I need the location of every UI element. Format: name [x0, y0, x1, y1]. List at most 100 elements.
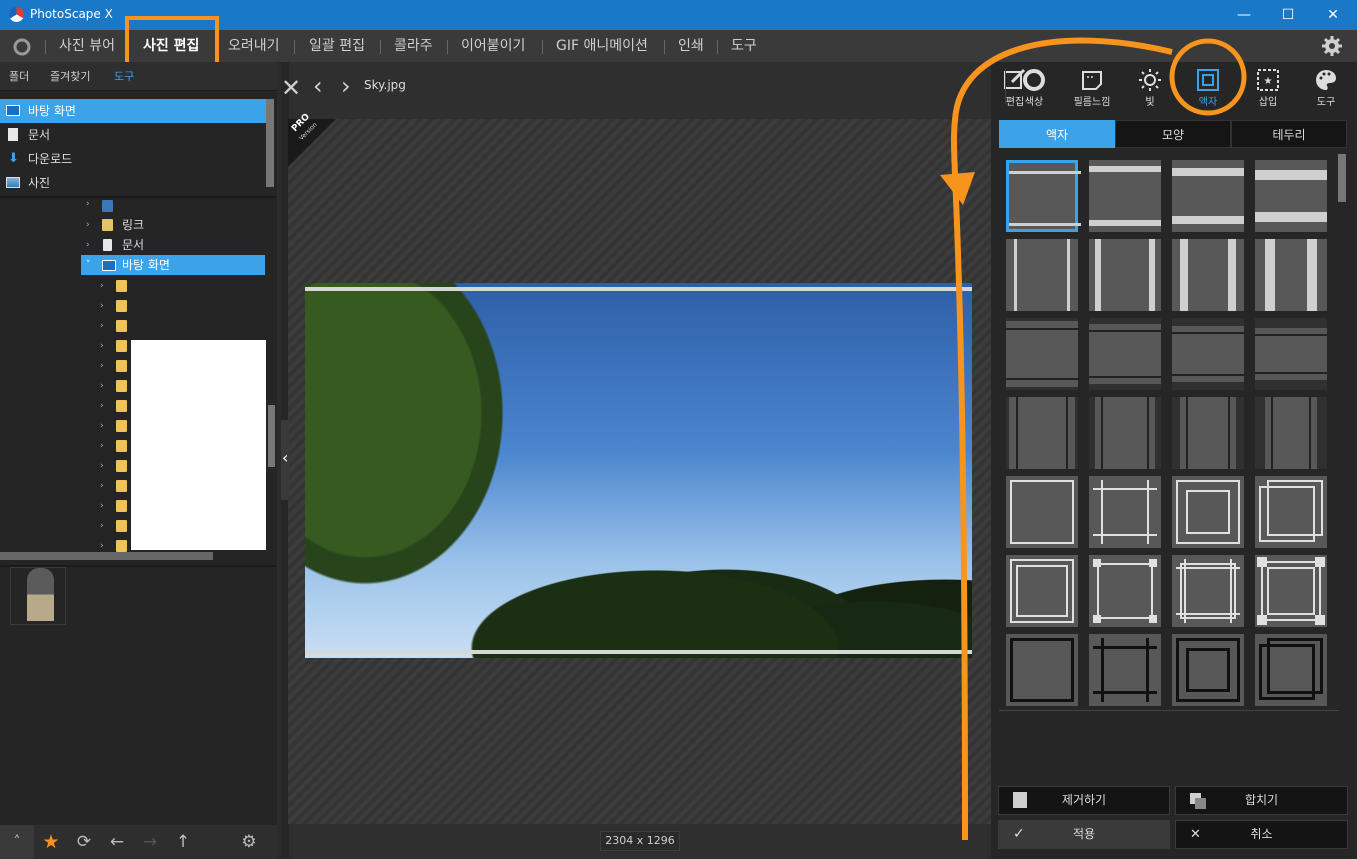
frame-thumbnail[interactable]	[1006, 318, 1078, 390]
tree-subfolder[interactable]: ›	[100, 476, 130, 496]
tab-folder[interactable]: 폴더	[9, 68, 29, 84]
favorite-desktop[interactable]: 바탕 화면	[0, 99, 266, 123]
frame-thumbnail[interactable]	[1089, 634, 1161, 706]
tree-subfolder[interactable]: ›	[100, 396, 130, 416]
tree-subfolder[interactable]: ›	[100, 496, 130, 516]
frame-thumbnail[interactable]	[1172, 160, 1244, 232]
tree-subfolder[interactable]: ›	[100, 516, 130, 536]
refresh-icon[interactable]: ⟳	[73, 831, 95, 853]
tree-item-links[interactable]: › 링크	[86, 215, 266, 235]
tree-subfolder[interactable]: ›	[100, 456, 130, 476]
left-settings-gear-icon[interactable]: ⚙	[238, 831, 260, 853]
frame-thumbnail[interactable]	[1089, 397, 1161, 469]
svg-text:★: ★	[1264, 76, 1273, 87]
tree-subfolder[interactable]: ›	[100, 316, 130, 336]
download-arrow-icon: ⬇	[8, 151, 19, 166]
close-button[interactable]: ✕	[1310, 0, 1356, 30]
color-circle-icon	[1023, 69, 1045, 91]
frame-thumbnail[interactable]	[1172, 476, 1244, 548]
frame-thumbnail[interactable]	[1255, 555, 1327, 627]
folder-tree: › › 링크 › 문서 ˅ 바탕 화면	[0, 198, 277, 550]
tree-subfolder[interactable]: ›	[100, 296, 130, 316]
merge-button[interactable]: 합치기	[1175, 786, 1348, 815]
panel-toggle-left-icon[interactable]: ‹	[282, 448, 288, 467]
back-arrow-icon[interactable]: ←	[106, 831, 128, 853]
frame-thumbnail[interactable]	[1006, 555, 1078, 627]
frame-thumbnail[interactable]	[1255, 239, 1327, 311]
photo-canvas[interactable]	[305, 283, 972, 658]
frame-thumbnail[interactable]	[1172, 239, 1244, 311]
frame-thumbnail[interactable]	[1006, 397, 1078, 469]
tree-scrollbar[interactable]	[268, 405, 275, 467]
menu-gif-animation[interactable]: GIF 애니메이션	[556, 30, 648, 62]
tree-subfolder[interactable]: ›	[100, 356, 130, 376]
settings-gear-icon[interactable]	[1321, 35, 1343, 57]
favorite-documents[interactable]: 문서	[0, 123, 266, 147]
collapse-up-icon[interactable]: ˄	[6, 831, 28, 853]
close-photo-icon[interactable]: ✕	[281, 74, 301, 102]
subtab-frame[interactable]: 액자	[999, 120, 1115, 148]
photoscape-home-icon[interactable]	[12, 37, 32, 57]
forward-arrow-icon[interactable]: →	[139, 831, 161, 853]
photo-thumbnail[interactable]	[10, 567, 66, 625]
frame-thumbnail[interactable]	[1006, 160, 1081, 232]
favorite-downloads[interactable]: ⬇ 다운로드	[0, 147, 266, 171]
menu-tools[interactable]: 도구	[731, 30, 757, 62]
frame-thumbnail[interactable]	[1089, 555, 1161, 627]
frame-thumbnail[interactable]	[1006, 239, 1078, 311]
frame-thumbnail[interactable]	[1006, 476, 1078, 548]
frame-thumbnail[interactable]	[1006, 634, 1078, 706]
tab-favorites[interactable]: 즐겨찾기	[50, 68, 90, 84]
frame-thumbnail[interactable]	[1089, 160, 1161, 232]
menu-batch-edit[interactable]: 일괄 편집	[309, 30, 365, 62]
frame-thumbnail[interactable]	[1172, 555, 1244, 627]
cancel-button[interactable]: ✕ 취소	[1175, 820, 1348, 849]
subtab-shape[interactable]: 모양	[1115, 120, 1231, 148]
previous-photo-icon[interactable]: ‹	[313, 72, 323, 100]
tree-item-partial[interactable]: ›	[86, 198, 266, 214]
tree-item-desktop[interactable]: ˅ 바탕 화면	[81, 255, 265, 275]
tool-insert[interactable]: ★ 삽입	[1239, 62, 1297, 112]
menu-cut-out[interactable]: 오려내기	[228, 30, 280, 62]
tool-frame[interactable]: 액자	[1179, 62, 1237, 112]
tool-light[interactable]: 빛	[1121, 62, 1179, 112]
remove-button[interactable]: 제거하기	[998, 786, 1170, 815]
menu-print[interactable]: 인쇄	[678, 30, 704, 62]
frame-thumbnail[interactable]	[1172, 634, 1244, 706]
tree-subfolder[interactable]: ›	[100, 536, 130, 556]
frame-thumbnail[interactable]	[1089, 476, 1161, 548]
frame-thumbnail[interactable]	[1255, 476, 1327, 548]
apply-button[interactable]: ✓ 적용	[998, 820, 1170, 849]
up-arrow-icon[interactable]: ↑	[172, 831, 194, 853]
tree-subfolder[interactable]: ›	[100, 276, 130, 296]
tree-item-documents[interactable]: › 문서	[86, 235, 266, 255]
frame-thumbnail[interactable]	[1172, 397, 1244, 469]
frame-thumbnail[interactable]	[1255, 397, 1327, 469]
menu-collage[interactable]: 콜라주	[394, 30, 433, 62]
tree-subfolder[interactable]: ›	[100, 336, 130, 356]
favorite-pictures[interactable]: 사진	[0, 171, 266, 195]
tool-color[interactable]: 색상	[1005, 62, 1063, 112]
tree-subfolder[interactable]: ›	[100, 436, 130, 456]
tool-tools[interactable]: 도구	[1297, 62, 1355, 112]
maximize-button[interactable]: ☐	[1265, 0, 1311, 30]
minimize-button[interactable]: —	[1221, 0, 1267, 30]
frame-thumbnail[interactable]	[1255, 160, 1327, 232]
tree-subfolder[interactable]: ›	[100, 416, 130, 436]
frame-thumbnail[interactable]	[1255, 634, 1327, 706]
favorites-scrollbar[interactable]	[266, 99, 274, 187]
tree-subfolder[interactable]: ›	[100, 376, 130, 396]
tool-film[interactable]: 필름느낌	[1063, 62, 1121, 112]
frame-thumbnail[interactable]	[1172, 318, 1244, 390]
menu-combine[interactable]: 이어붙이기	[461, 30, 525, 62]
frame-thumbnail[interactable]	[1089, 318, 1161, 390]
next-photo-icon[interactable]: ›	[341, 72, 351, 100]
chevron-right-icon: ›	[100, 321, 104, 331]
subtab-border[interactable]: 테두리	[1231, 120, 1347, 148]
tab-tools[interactable]: 도구	[114, 68, 134, 84]
frame-thumbnail[interactable]	[1255, 318, 1327, 390]
menu-photo-viewer[interactable]: 사진 뷰어	[59, 30, 115, 62]
frame-grid-scrollbar[interactable]	[1338, 154, 1346, 202]
favorite-star-icon[interactable]: ★	[40, 831, 62, 853]
frame-thumbnail[interactable]	[1089, 239, 1161, 311]
